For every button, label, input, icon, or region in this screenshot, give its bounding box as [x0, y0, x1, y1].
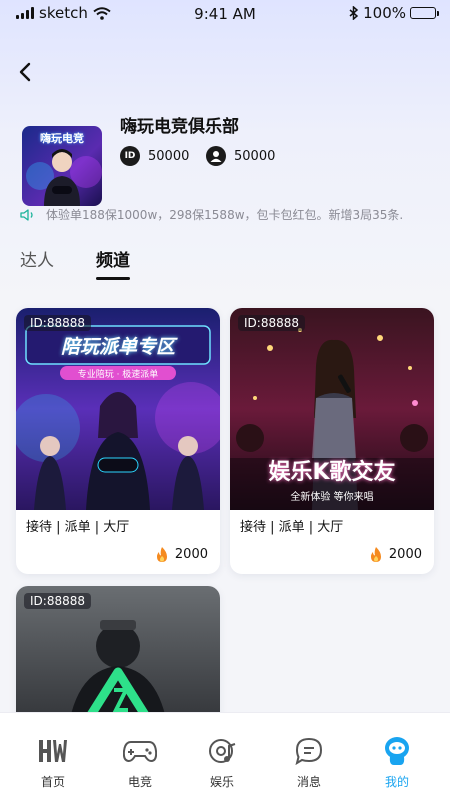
card-tags: 接待 | 派单 | 大厅 — [240, 520, 344, 535]
back-arrow-icon[interactable] — [14, 60, 38, 84]
channel-card-image: 娱乐K歌交友 全新体验 等你来唱 — [230, 308, 434, 510]
card-heat: 2000 — [369, 546, 422, 563]
music-disc-icon — [209, 739, 236, 763]
speaker-icon — [20, 208, 33, 221]
home-icon — [39, 740, 67, 762]
card-banner-subtitle: 全新体验 等你来唱 — [290, 492, 374, 503]
card-heat: 2000 — [155, 546, 208, 563]
gamepad-icon — [123, 741, 157, 763]
tabbar-item-messages[interactable]: 消息 — [274, 735, 344, 790]
tabbar-label: 消息 — [296, 775, 321, 789]
card-banner-subtitle: 专业陪玩 · 极速派单 — [77, 370, 159, 380]
battery-percent: 100% — [363, 4, 406, 22]
club-id-value: 50000 — [148, 148, 190, 164]
card-id: ID:88888 — [238, 315, 305, 331]
tab-bar: 达人 频道 — [20, 246, 130, 280]
card-id: ID:88888 — [24, 593, 91, 609]
club-id-stat: ID 50000 — [120, 146, 189, 166]
battery-icon — [410, 7, 439, 19]
avatar-title: 嗨玩电竞 — [40, 132, 84, 145]
club-fans-value: 50000 — [234, 148, 276, 164]
tabbar-item-esports[interactable]: 电竞 — [105, 735, 175, 790]
fire-icon — [156, 547, 167, 562]
club-fans-stat: 50000 — [206, 146, 275, 166]
notice-text: 体验单188保1000w，298保1588w，包卡包红包。新增3局35条. — [46, 208, 404, 222]
club-name: 嗨玩电竞俱乐部 — [120, 117, 239, 137]
channel-card[interactable]: 陪玩派单专区 专业陪玩 · 极速派单 ID:88888 接待 | 派单 | 大厅… — [16, 308, 220, 574]
club-avatar[interactable]: 嗨玩电竞 — [22, 126, 102, 206]
tab-channels[interactable]: 频道 — [96, 246, 130, 280]
tabbar-label: 电竞 — [127, 775, 152, 789]
card-banner-title: 陪玩派单专区 — [60, 336, 175, 358]
status-bar: sketch 9:41 AM 100% — [0, 0, 450, 28]
fire-icon — [370, 547, 381, 562]
card-heat-value: 2000 — [388, 547, 422, 562]
tabbar-label: 首页 — [40, 775, 65, 789]
bluetooth-icon — [349, 6, 359, 20]
tabbar-item-entertainment[interactable]: 娱乐 — [187, 735, 257, 790]
card-heat-value: 2000 — [174, 547, 208, 562]
tabbar-label: 娱乐 — [209, 775, 234, 789]
chat-bubble-icon — [295, 737, 323, 766]
user-icon — [206, 146, 226, 166]
card-tags: 接待 | 派单 | 大厅 — [26, 520, 130, 535]
card-banner-title: 娱乐K歌交友 — [268, 460, 396, 485]
tab-experts[interactable]: 达人 — [20, 246, 54, 271]
tabbar-label: 我的 — [384, 775, 409, 789]
tabbar-item-profile[interactable]: 我的 — [362, 735, 432, 790]
card-id: ID:88888 — [24, 315, 91, 331]
channel-card-image: 陪玩派单专区 专业陪玩 · 极速派单 — [16, 308, 220, 510]
notice-bar[interactable]: 体验单188保1000w，298保1588w，包卡包红包。新增3局35条. — [20, 206, 435, 223]
profile-icon — [385, 737, 409, 765]
id-icon: ID — [120, 146, 140, 166]
tabbar-item-home[interactable]: 首页 — [18, 735, 88, 790]
channel-card[interactable]: 娱乐K歌交友 全新体验 等你来唱 ID:88888 接待 | 派单 | 大厅 2… — [230, 308, 434, 574]
bottom-tab-bar: 首页 电竞 娱乐 消息 我的 — [0, 712, 450, 800]
